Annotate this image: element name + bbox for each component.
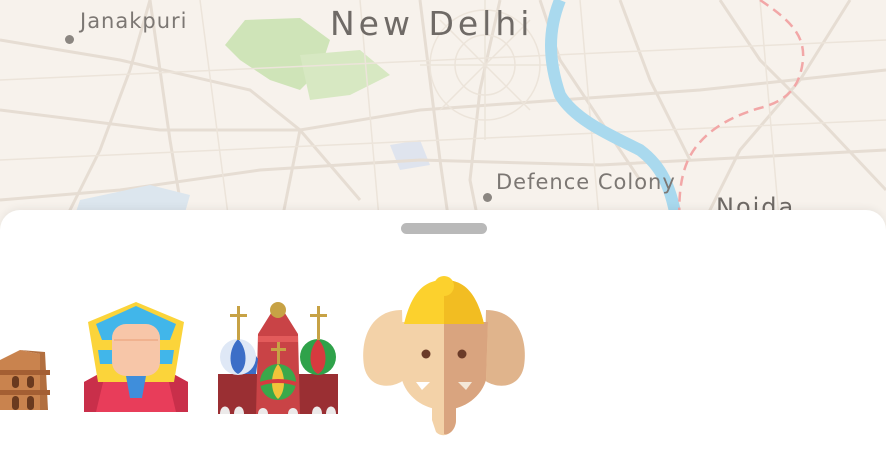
landmark-carousel[interactable] bbox=[0, 240, 886, 450]
place-label-defence-colony[interactable]: Defence Colony bbox=[496, 170, 676, 194]
landmarks-sheet bbox=[0, 210, 886, 454]
place-label-janakpuri[interactable]: Janakpuri bbox=[80, 9, 188, 33]
ganesha-icon[interactable] bbox=[360, 270, 528, 445]
defence-colony-marker[interactable] bbox=[483, 193, 492, 202]
city-label[interactable]: New Delhi bbox=[330, 4, 533, 43]
sphinx-icon[interactable] bbox=[76, 292, 196, 417]
st-basils-cathedral-icon[interactable] bbox=[218, 294, 338, 419]
map-view[interactable]: Janakpuri New Delhi Defence Colony Noida bbox=[0, 0, 886, 230]
janakpuri-marker[interactable] bbox=[65, 35, 74, 44]
colosseum-icon[interactable] bbox=[0, 340, 56, 415]
sheet-drag-handle[interactable] bbox=[401, 223, 487, 234]
